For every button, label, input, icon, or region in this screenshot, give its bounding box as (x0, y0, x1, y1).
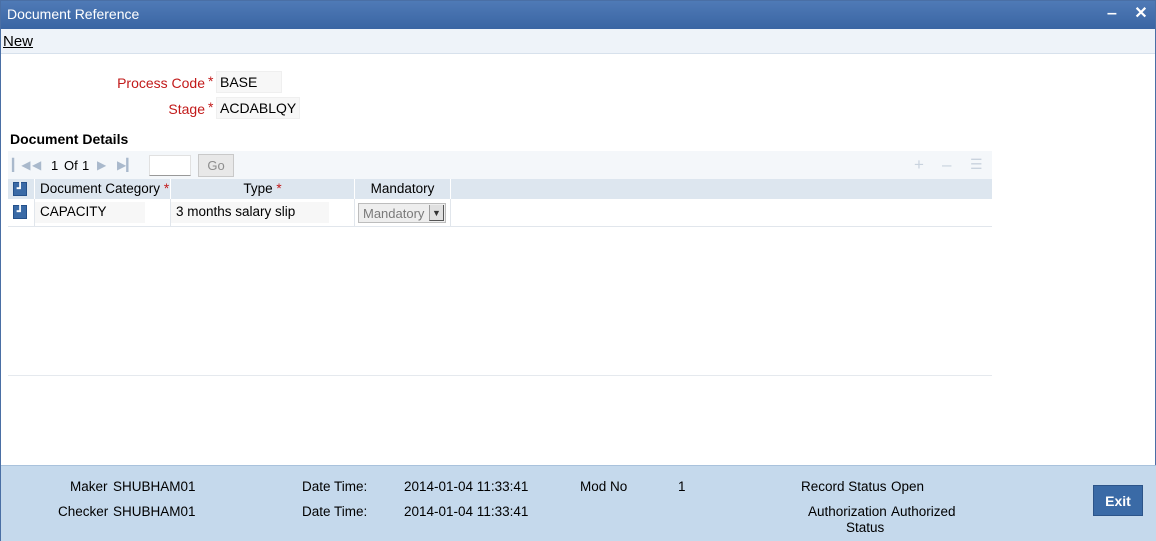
record-status-value: Open (891, 479, 925, 494)
grid-toolbar: ▎◀ ◀ 1 Of 1 ▶ ▶▎ Go + – ☰ (8, 151, 992, 179)
page-number-input[interactable] (149, 155, 191, 176)
go-button[interactable]: Go (198, 154, 234, 177)
menu-bar: New (1, 29, 1155, 54)
column-label: Document Category (40, 181, 161, 196)
first-page-icon[interactable]: ▎◀ (12, 158, 30, 172)
required-marker: * (163, 181, 170, 196)
document-category-cell: CAPACITY (35, 199, 171, 227)
column-header-document-category: Document Category * (35, 179, 171, 199)
exit-button[interactable]: Exit (1093, 485, 1143, 516)
select-all-cell: ┛ (8, 179, 35, 199)
document-category-field[interactable]: CAPACITY (35, 202, 145, 223)
grid-header: ┛ Document Category * Type * Mandatory (8, 179, 992, 199)
next-page-icon[interactable]: ▶ (97, 158, 106, 172)
maker-value: SHUBHAM01 (113, 479, 196, 494)
maker-date-time-value: 2014-01-04 11:33:41 (404, 479, 529, 494)
add-row-icon[interactable]: + (914, 156, 924, 173)
checker-label: Checker (58, 504, 109, 519)
audit-footer: Maker SHUBHAM01 Checker SHUBHAM01 Date T… (1, 465, 1156, 541)
required-marker: * (208, 99, 214, 115)
mod-no-label: Mod No (580, 479, 628, 494)
column-label: Type (243, 181, 273, 196)
checker-value: SHUBHAM01 (113, 504, 196, 519)
last-page-icon[interactable]: ▶▎ (117, 158, 135, 172)
authorization-status-value: Authorized (891, 504, 956, 519)
minimize-icon[interactable]: ‒ (1103, 5, 1121, 23)
of-label: Of (64, 158, 78, 173)
document-details-grid: ▎◀ ◀ 1 Of 1 ▶ ▶▎ Go + – ☰ ┛ Document Cat… (8, 151, 992, 376)
close-icon[interactable]: ✕ (1132, 5, 1150, 23)
authorization-status-label: Authorization (808, 504, 887, 519)
mandatory-cell: Mandatory ▼ (355, 199, 451, 227)
mandatory-select-value: Mandatory (363, 206, 425, 221)
stage-label: Stage (168, 101, 205, 117)
delete-row-icon[interactable]: – (942, 156, 951, 173)
column-label: Mandatory (370, 181, 435, 196)
mod-no-value: 1 (678, 479, 686, 494)
table-row[interactable]: ┛ CAPACITY 3 months salary slip Mandator… (8, 199, 992, 227)
authorization-status-label-line2: Status (846, 520, 885, 535)
stage-field[interactable]: ACDABLQY (216, 97, 300, 119)
document-reference-window: Document Reference ‒ ✕ New Process Code … (0, 0, 1156, 541)
required-marker: * (208, 73, 214, 89)
previous-page-icon[interactable]: ◀ (32, 158, 41, 172)
title-bar: Document Reference ‒ ✕ (1, 1, 1155, 29)
checker-date-time-label: Date Time: (302, 504, 368, 519)
total-pages: 1 (82, 158, 90, 173)
document-details-heading: Document Details (10, 131, 129, 147)
maker-date-time-label: Date Time: (302, 479, 368, 494)
required-marker: * (276, 181, 282, 196)
column-header-type: Type * (171, 179, 355, 199)
process-code-field[interactable]: BASE (216, 71, 282, 93)
window-title: Document Reference (7, 6, 140, 22)
chevron-down-icon: ▼ (429, 205, 444, 221)
single-view-icon[interactable]: ☰ (970, 156, 983, 173)
type-field[interactable]: 3 months salary slip (171, 202, 329, 223)
mandatory-select[interactable]: Mandatory ▼ (358, 203, 446, 223)
select-all-checkbox[interactable]: ┛ (13, 182, 27, 196)
type-cell: 3 months salary slip (171, 199, 355, 227)
row-checkbox[interactable]: ┛ (13, 205, 27, 219)
new-link[interactable]: New (3, 33, 33, 50)
checker-date-time-value: 2014-01-04 11:33:41 (404, 504, 529, 519)
current-page: 1 (51, 158, 59, 173)
row-select-cell: ┛ (8, 199, 35, 227)
process-code-label: Process Code (117, 75, 205, 91)
maker-label: Maker (70, 479, 108, 494)
column-header-mandatory: Mandatory (355, 179, 451, 199)
record-status-label: Record Status (801, 479, 887, 494)
